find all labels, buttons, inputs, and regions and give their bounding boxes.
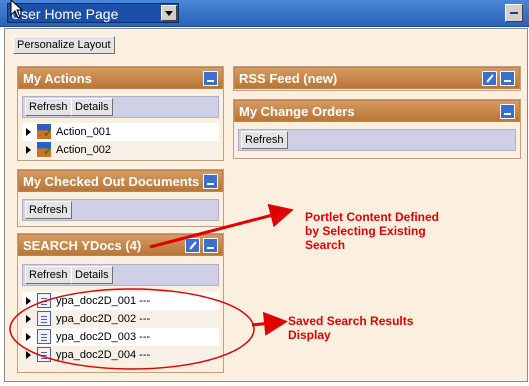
annotation-saved-search: Saved Search Results Display	[288, 314, 413, 342]
annotation-line: Display	[288, 328, 331, 342]
annotation-line: by Selecting Existing	[305, 224, 426, 238]
annotation-portlet-content: Portlet Content Defined by Selecting Exi…	[305, 210, 439, 252]
annotation-line: Search	[305, 238, 346, 252]
annotation-line: Portlet Content Defined	[305, 210, 439, 224]
annotation-arrow	[251, 311, 288, 336]
annotation-arrow	[149, 203, 294, 249]
annotation-ellipse	[9, 288, 255, 370]
annotation-line: Saved Search Results	[288, 314, 414, 328]
annotation-overlay	[9, 203, 294, 370]
